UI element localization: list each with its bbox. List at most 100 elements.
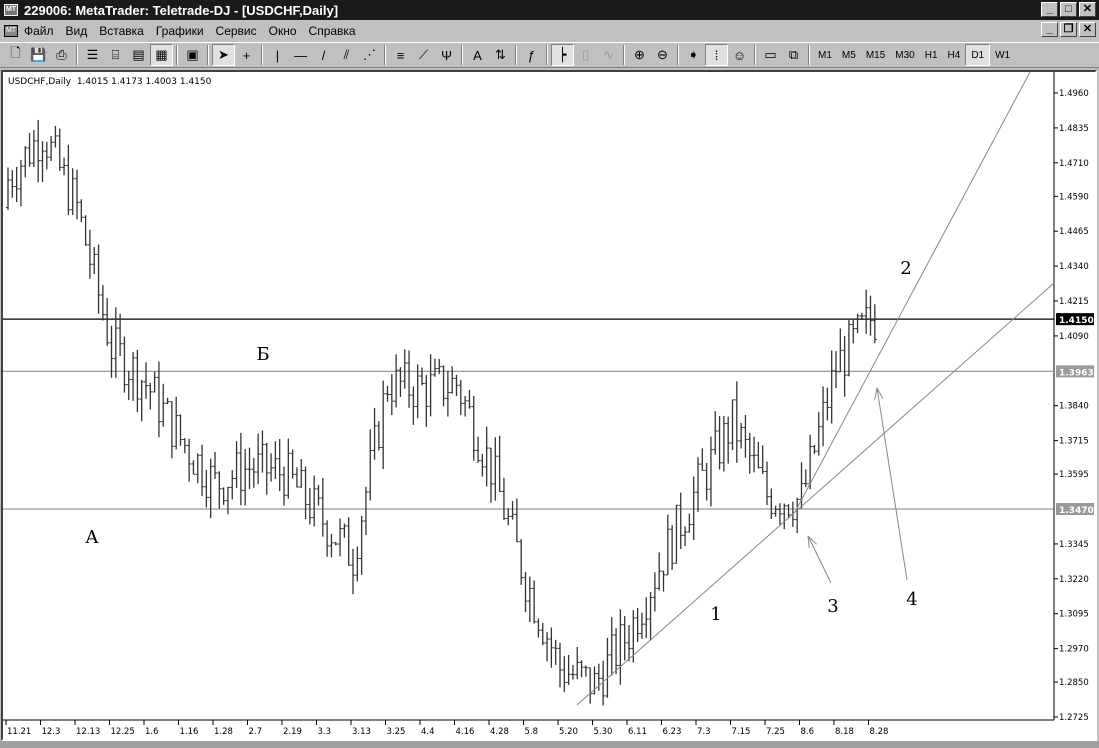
timeframe-w1[interactable]: W1 [990,44,1015,66]
text-icon[interactable]: A [466,44,489,66]
vertical-line-icon[interactable]: | [266,44,289,66]
annotation-n2: 2 [900,258,911,279]
price-bar [333,542,338,546]
price-bar [169,401,174,459]
price-bar [87,229,92,279]
child-close-button[interactable]: ✕ [1079,22,1096,37]
trendline-1 [576,282,1055,706]
timeframe-h4[interactable]: H4 [943,44,966,66]
annotation-b: Б [256,344,269,365]
fibonacci-icon[interactable]: ≡ [389,44,412,66]
line-chart-icon[interactable]: ∿ [597,44,620,66]
horizontal-line-icon[interactable]: — [289,44,312,66]
child-minimize-button[interactable]: _ [1041,22,1058,37]
zoom-in-icon[interactable]: ⊕ [628,44,651,66]
candlestick-icon[interactable]: ▯ [574,44,597,66]
price-chart[interactable]: 1.4960 1.4835 1.4710 1.4590 1.4465 1.4340 1.42… [3,71,1095,739]
indicator-icon[interactable]: ƒ [520,44,543,66]
cursor-icon[interactable]: ➤ [212,44,235,66]
price-bar [53,125,58,148]
price-bar [57,128,62,171]
price-bar [834,351,838,389]
price-bar [691,476,696,541]
menu-charts[interactable]: Графики [156,24,204,38]
fibo-fan-icon[interactable]: ⟋ [412,44,435,66]
chart-shift-icon[interactable]: ⁞ [705,44,728,66]
arrow-label-icon[interactable]: ⇅ [489,44,512,66]
expert-advisor-icon[interactable]: ☺ [728,44,751,66]
toolbar-separator [623,45,625,65]
price-label: 1.4150 [1059,316,1094,326]
price-bar [562,656,567,693]
new-chart-icon[interactable]: 🗋 [4,44,27,66]
chart-window-icon[interactable]: MT [4,24,18,37]
toolbar-separator [754,45,756,65]
price-bar [678,492,683,549]
trendline-icon[interactable]: / [312,44,335,66]
price-bar [424,374,429,427]
channel-icon[interactable]: ⫽ [335,44,358,66]
timeframe-m15[interactable]: M15 [861,44,890,66]
timeframe-m30[interactable]: M30 [890,44,919,66]
price-bar [635,607,640,643]
price-bar [549,627,554,668]
timeframe-m1[interactable]: M1 [813,44,837,66]
price-bar [773,505,778,517]
menu-tools[interactable]: Сервис [216,24,257,38]
price-bar [66,144,71,216]
price-bar [290,449,295,479]
tile-window-icon[interactable]: ▭ [759,44,782,66]
annotation-a: А [85,527,99,548]
price-tick-label: 1.4465 [1059,227,1089,237]
timeframe-h1[interactable]: H1 [920,44,943,66]
price-bar [583,665,588,677]
price-bar [200,444,205,497]
gann-fan-icon[interactable]: ⋰ [358,44,381,66]
crosshair-icon[interactable]: + [235,44,258,66]
price-bar [62,157,67,176]
properties-icon[interactable]: ▣ [181,44,204,66]
price-bar [717,415,722,470]
minimize-button[interactable]: _ [1041,2,1058,17]
price-bar [14,166,19,203]
save-icon[interactable]: 💾 [27,44,50,66]
price-bar [670,525,675,570]
time-tick-label: 6.23 [663,727,682,737]
price-bar [182,438,187,454]
maximize-button[interactable]: □ [1060,2,1077,17]
navigator-icon[interactable]: ⌸ [104,44,127,66]
timeframe-d1[interactable]: D1 [965,44,991,66]
terminal-icon[interactable]: ▤ [127,44,150,66]
menu-view[interactable]: Вид [66,24,88,38]
time-tick-label: 11.21 [7,727,31,737]
chart-window[interactable]: 1.4960 1.4835 1.4710 1.4590 1.4465 1.4340 1.42… [1,70,1097,741]
price-tick-label: 1.4590 [1059,192,1089,202]
market-watch-icon[interactable]: ☰ [81,44,104,66]
toolbar-separator [677,45,679,65]
zoom-out-icon[interactable]: ⊖ [651,44,674,66]
menu-insert[interactable]: Вставка [99,24,144,38]
auto-scroll-icon[interactable]: ➧ [682,44,705,66]
menu-file[interactable]: Файл [24,24,54,38]
window-title: 229006: MetaTrader: Teletrade-DJ - [USDC… [24,2,339,18]
price-bar [476,436,481,463]
menu-window[interactable]: Окно [269,24,297,38]
close-button[interactable]: ✕ [1079,2,1096,17]
bar-chart-icon[interactable]: ┝ [551,44,574,66]
price-tick-label: 1.4710 [1059,159,1089,169]
annotation-n1: 1 [710,604,721,625]
time-tick-label: 7.25 [766,727,785,737]
price-bar [148,382,153,410]
time-tick-label: 12.13 [76,727,100,737]
cascade-window-icon[interactable]: ⧉ [782,44,805,66]
price-bar [868,295,873,336]
menu-help[interactable]: Справка [309,24,356,38]
price-tick-label: 1.4090 [1059,332,1089,342]
print-icon[interactable]: ⎙ [50,44,73,66]
strategy-tester-icon[interactable]: ▦ [150,44,173,66]
child-restore-button[interactable]: ❐ [1060,22,1077,37]
price-bar [484,426,489,487]
andrews-pitchfork-icon[interactable]: Ψ [435,44,458,66]
price-bar [75,169,79,220]
timeframe-m5[interactable]: M5 [837,44,861,66]
